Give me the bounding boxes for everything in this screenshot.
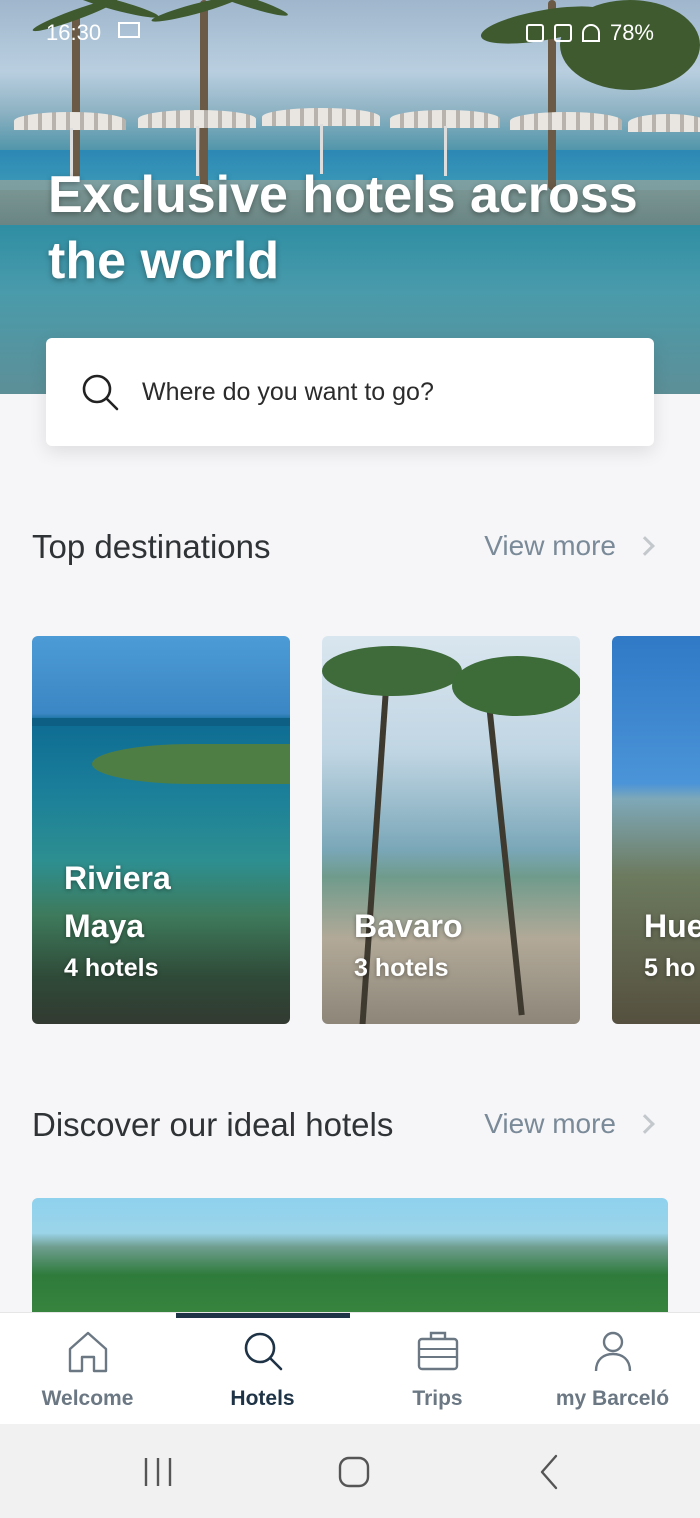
search-icon bbox=[241, 1329, 285, 1373]
nav-item-my-barcelo[interactable]: my Barceló bbox=[525, 1329, 700, 1419]
destination-card-riviera-maya[interactable]: Riviera Maya 4 hotels bbox=[32, 636, 290, 1024]
card-hotel-count: 5 ho bbox=[644, 954, 696, 982]
card-island bbox=[92, 744, 290, 784]
home-button-icon[interactable] bbox=[334, 1452, 374, 1492]
card-horizon bbox=[32, 718, 290, 726]
nav-label: Trips bbox=[412, 1387, 463, 1410]
card-name-line1: Riviera bbox=[64, 860, 171, 896]
umbrella bbox=[510, 112, 622, 130]
hero-title: Exclusive hotels across the world bbox=[48, 166, 638, 290]
mail-icon bbox=[118, 22, 140, 38]
search-input[interactable] bbox=[140, 376, 620, 408]
nav-label: Hotels bbox=[230, 1387, 295, 1410]
app-root: 16:30 78% Exclusive hotels across the wo… bbox=[0, 0, 700, 1518]
user-icon bbox=[591, 1329, 635, 1373]
hero-banner: 16:30 78% Exclusive hotels across the wo… bbox=[0, 0, 700, 394]
palm-trunk bbox=[485, 696, 525, 1016]
destination-card-hue[interactable]: Hue 5 ho bbox=[612, 636, 700, 1024]
active-tab-indicator bbox=[176, 1313, 350, 1318]
recent-apps-icon[interactable] bbox=[138, 1452, 178, 1492]
status-icons: 78% bbox=[525, 20, 654, 46]
chevron-right-icon bbox=[635, 536, 655, 556]
view-more-label: View more bbox=[484, 530, 616, 561]
nav-item-hotels[interactable]: Hotels bbox=[175, 1329, 350, 1419]
card-hotel-count: 4 hotels bbox=[64, 954, 159, 982]
view-more-link[interactable]: View more bbox=[484, 1108, 655, 1140]
back-icon[interactable] bbox=[530, 1452, 570, 1492]
nav-label: Welcome bbox=[41, 1387, 134, 1410]
home-icon bbox=[66, 1329, 110, 1373]
card-hotel-count: 3 hotels bbox=[354, 954, 449, 982]
search-bar[interactable] bbox=[46, 338, 654, 446]
nav-item-trips[interactable]: Trips bbox=[350, 1329, 525, 1419]
battery-level: 78% bbox=[609, 20, 654, 45]
card-name-line1: Bavaro bbox=[354, 908, 463, 944]
card-name-line2: Maya bbox=[64, 908, 145, 944]
discover-hotels-header: Discover our ideal hotels View more bbox=[32, 1106, 668, 1156]
chevron-right-icon bbox=[635, 1114, 655, 1134]
status-bar: 16:30 78% bbox=[0, 0, 700, 64]
bottom-nav: Welcome Hotels Trips my Barceló bbox=[0, 1312, 700, 1424]
status-time: 16:30 bbox=[46, 20, 102, 45]
nav-label: my Barceló bbox=[555, 1387, 670, 1410]
top-destinations-header: Top destinations View more bbox=[32, 528, 668, 578]
system-nav-bar bbox=[0, 1424, 700, 1518]
search-icon bbox=[80, 372, 120, 412]
card-name-line1: Hue bbox=[644, 908, 700, 944]
palm-frond bbox=[322, 646, 462, 696]
umbrella bbox=[628, 114, 700, 132]
section-title: Discover our ideal hotels bbox=[32, 1106, 394, 1143]
mute-icon bbox=[553, 24, 572, 42]
notification-icon bbox=[525, 24, 544, 42]
view-more-link[interactable]: View more bbox=[484, 530, 655, 562]
wifi-icon bbox=[581, 24, 600, 42]
view-more-label: View more bbox=[484, 1108, 616, 1139]
nav-item-welcome[interactable]: Welcome bbox=[0, 1329, 175, 1419]
destination-card-bavaro[interactable]: Bavaro 3 hotels bbox=[322, 636, 580, 1024]
palm-frond bbox=[452, 656, 580, 716]
suitcase-icon bbox=[416, 1329, 460, 1373]
section-title: Top destinations bbox=[32, 528, 271, 565]
